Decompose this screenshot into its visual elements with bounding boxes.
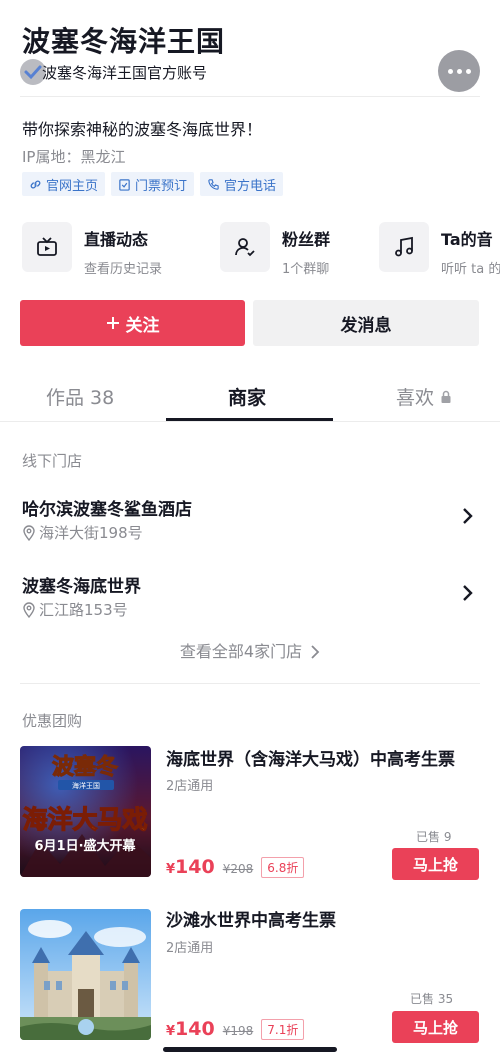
- buy-now-button[interactable]: 马上抢: [392, 1011, 479, 1043]
- feature-title: 粉丝群: [282, 230, 331, 249]
- sold-count: 已售 35: [410, 992, 454, 1006]
- deal-name: 海底世界（含海洋大马戏）中高考生票: [166, 750, 455, 770]
- deal-price: ¥140: [166, 856, 215, 878]
- store-address: 海洋大街198号: [22, 522, 143, 543]
- poster-title: 波塞冬: [52, 754, 118, 780]
- ticket-icon: [119, 178, 130, 191]
- deal-poster-image: 波塞冬 海洋王国 海洋大马戏 6月1日·盛大开幕: [20, 746, 151, 877]
- follow-button[interactable]: 关注: [20, 300, 245, 346]
- original-price: ¥208: [222, 862, 254, 876]
- chevron-right-icon: [463, 508, 473, 524]
- music-icon: [379, 222, 429, 272]
- account-title: 波塞冬海洋王国: [22, 25, 226, 58]
- poster-main-text: 海洋大马戏: [22, 805, 147, 834]
- home-indicator: [163, 1047, 337, 1052]
- tag-phone[interactable]: 官方电话: [200, 172, 284, 196]
- feature-music[interactable]: Ta的音 听听 ta 的: [379, 222, 500, 277]
- price-row: ¥140 ¥198 7.1折: [166, 1018, 305, 1040]
- tv-icon: [22, 222, 72, 272]
- tab-label: 喜欢: [396, 387, 435, 409]
- divider: [0, 421, 500, 422]
- tab-likes[interactable]: 喜欢: [396, 383, 452, 410]
- buy-now-button[interactable]: 马上抢: [392, 848, 479, 880]
- ip-location: IP属地：黑龙江: [22, 148, 126, 166]
- currency-symbol: ¥: [166, 1024, 176, 1039]
- sold-count: 已售 9: [416, 830, 452, 844]
- feature-sub: 查看历史记录: [84, 262, 163, 277]
- tab-works[interactable]: 作品 38: [46, 383, 114, 410]
- feature-sub: 1个群聊: [282, 262, 330, 277]
- tab-label: 作品 38: [46, 387, 115, 409]
- phone-icon: [208, 178, 219, 190]
- store-address: 汇江路153号: [22, 599, 128, 620]
- location-pin-icon: [23, 601, 35, 618]
- divider: [20, 96, 480, 97]
- feature-title: Ta的音: [441, 230, 493, 249]
- store-name: 哈尔滨波塞冬鲨鱼酒店: [22, 500, 192, 520]
- price-value: 140: [175, 1018, 215, 1040]
- chevron-right-icon: [463, 585, 473, 601]
- view-all-stores-link[interactable]: 查看全部4家门店: [0, 638, 500, 662]
- poster-date: 6月1日·盛大开幕: [34, 838, 136, 854]
- tag-label: 官方电话: [224, 178, 277, 194]
- fans-group-icon: [220, 222, 270, 272]
- price-value: 140: [175, 856, 215, 878]
- profile-tags: 官网主页 门票预订 官方电话: [22, 172, 284, 196]
- chevron-right-icon: [311, 645, 320, 659]
- location-pin-icon: [23, 524, 35, 541]
- tab-merchant[interactable]: 商家: [228, 383, 266, 410]
- deal-castle-image: [20, 909, 151, 1040]
- profile-header: 波塞冬海洋王国 波塞冬海洋王国官方账号: [0, 0, 500, 98]
- deals-section-label: 优惠团购: [22, 712, 83, 730]
- discount-badge: 6.8折: [261, 856, 305, 878]
- deal-name: 沙滩水世界中高考生票: [166, 911, 336, 931]
- profile-bio: 带你探索神秘的波塞冬海底世界！: [22, 120, 263, 139]
- price-row: ¥140 ¥208 6.8折: [166, 856, 305, 878]
- tag-ticket[interactable]: 门票预订: [111, 172, 195, 196]
- discount-badge: 7.1折: [261, 1018, 305, 1040]
- tag-website[interactable]: 官网主页: [22, 172, 106, 196]
- link-icon: [30, 180, 41, 188]
- original-price: ¥198: [222, 1024, 254, 1038]
- account-subtitle: 波塞冬海洋王国官方账号: [42, 64, 208, 82]
- feature-fans[interactable]: 粉丝群 1个群聊: [220, 222, 331, 277]
- lock-icon: [441, 390, 451, 403]
- deal-sub: 2店通用: [166, 779, 214, 794]
- tag-label: 官网主页: [46, 178, 99, 194]
- deal-sub: 2店通用: [166, 941, 214, 956]
- divider: [20, 683, 480, 684]
- tab-label: 商家: [228, 387, 267, 409]
- feature-row: 直播动态 查看历史记录 粉丝群 1个群聊 Ta的音 听听 ta 的: [22, 222, 500, 278]
- more-options-button[interactable]: [438, 50, 480, 92]
- follow-label: 关注: [125, 315, 160, 336]
- feature-title: 直播动态: [84, 230, 149, 249]
- deal-price: ¥140: [166, 1018, 215, 1040]
- plus-icon: [106, 317, 119, 329]
- poster-banner: 海洋王国: [72, 781, 100, 790]
- currency-symbol: ¥: [166, 862, 176, 877]
- view-all-label: 查看全部4家门店: [179, 642, 303, 661]
- stores-section-label: 线下门店: [22, 452, 83, 470]
- tag-label: 门票预订: [135, 178, 188, 194]
- store-name: 波塞冬海底世界: [22, 577, 141, 597]
- store-address-text: 海洋大街198号: [39, 524, 143, 542]
- feature-live[interactable]: 直播动态 查看历史记录: [22, 222, 163, 277]
- message-button[interactable]: 发消息: [253, 300, 479, 346]
- feature-sub: 听听 ta 的: [441, 262, 500, 277]
- store-address-text: 汇江路153号: [39, 601, 128, 619]
